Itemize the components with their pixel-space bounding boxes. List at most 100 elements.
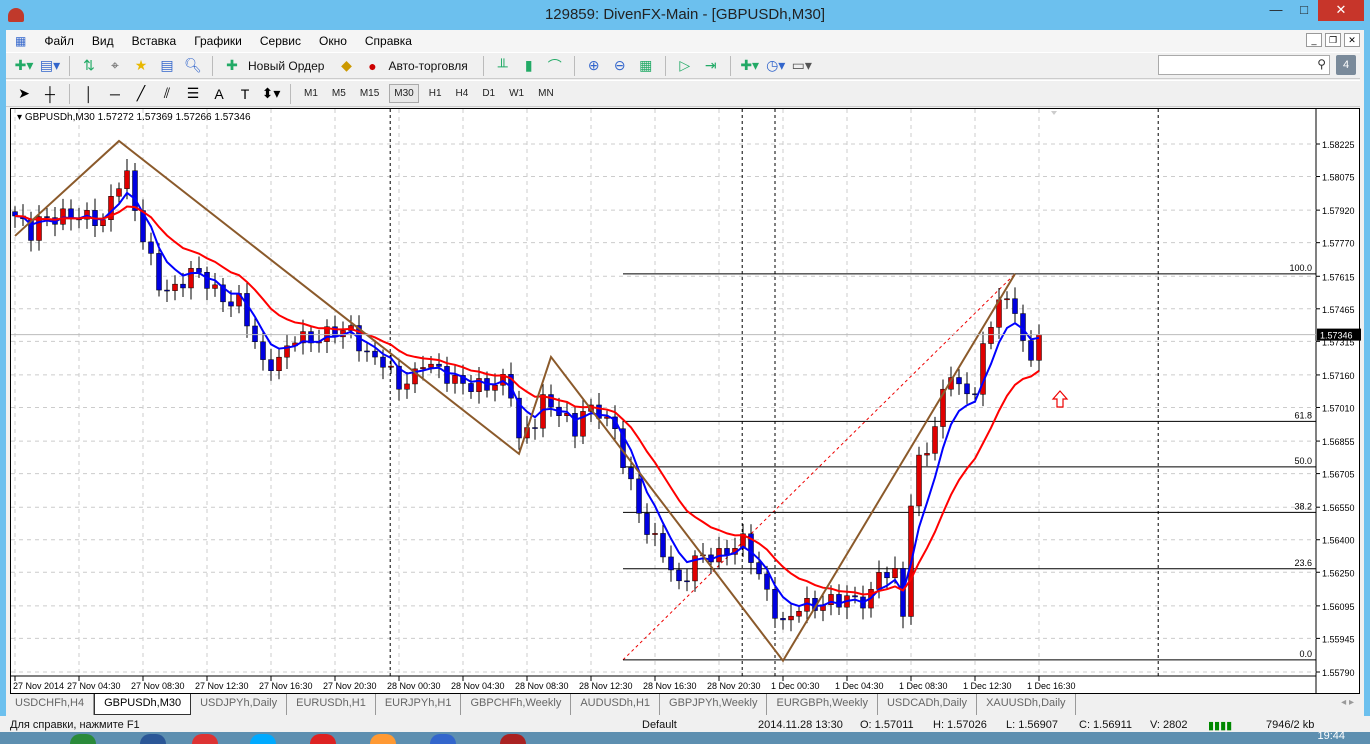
tile-windows-icon[interactable]: ▦ [636, 56, 656, 76]
templates-icon[interactable]: ▭▾ [792, 56, 812, 76]
menu-view[interactable]: Вид [83, 34, 123, 48]
close-button[interactable]: ✕ [1318, 0, 1364, 21]
taskbar-app-icon[interactable] [70, 734, 96, 744]
data-window-icon[interactable]: ⌖ [105, 56, 125, 76]
price-chart[interactable]: 1.58225 1.58075 1.57920 1.57770 1.57615 1.574… [10, 108, 1361, 695]
taskbar-skype-icon[interactable] [250, 734, 276, 744]
notifications-badge[interactable]: 4 [1336, 55, 1356, 75]
mdi-minimize-button[interactable]: _ [1306, 33, 1322, 47]
search-input[interactable]: ⚲ [1158, 55, 1330, 75]
auto-trading-button[interactable]: Авто-торговля [388, 59, 467, 73]
chart-tab[interactable]: AUDUSDh,H1 [571, 694, 661, 715]
timeframe-h4[interactable]: H4 [452, 85, 473, 102]
timeframe-h1[interactable]: H1 [425, 85, 446, 102]
chart-tab[interactable]: EURJPYh,H1 [376, 694, 462, 715]
new-order-icon[interactable]: ✚ [222, 56, 242, 76]
periods-icon[interactable]: ◷▾ [766, 56, 786, 76]
taskbar-chrome-icon[interactable] [192, 734, 218, 744]
chart-tab[interactable]: USDCHFh,H4 [6, 694, 95, 715]
fibonacci-icon[interactable]: ☰ [183, 84, 203, 104]
crosshair-icon[interactable]: ┼ [40, 84, 60, 104]
price-tick-label: 1.58075 [1322, 173, 1355, 183]
candle-body [548, 394, 554, 408]
auto-scroll-icon[interactable]: ▷ [675, 56, 695, 76]
horizontal-line-icon[interactable]: ─ [105, 84, 125, 104]
new-order-button[interactable]: Новый Ордер [248, 59, 324, 73]
candle-body [932, 426, 938, 454]
taskbar-mt4-icon[interactable] [500, 734, 526, 744]
candle-body [468, 383, 474, 392]
candle-body [436, 363, 442, 367]
terminal-icon[interactable]: ▤ [157, 56, 177, 76]
taskbar-app-icon[interactable] [140, 734, 166, 744]
maximize-button[interactable]: □ [1290, 0, 1318, 21]
connection-icon: ▮▮▮▮ [1208, 720, 1233, 732]
chart-tab[interactable]: GBPJPYh,Weekly [660, 694, 768, 715]
zoom-out-icon[interactable]: ⊖ [610, 56, 630, 76]
price-tick-label: 1.57920 [1322, 206, 1355, 216]
price-tick-label: 1.56250 [1322, 568, 1355, 578]
trendline-icon[interactable]: ╱ [131, 84, 151, 104]
search-icon: ⚲ [1317, 57, 1326, 71]
menu-tools[interactable]: Сервис [251, 34, 310, 48]
taskbar-app-icon[interactable] [370, 734, 396, 744]
mdi-restore-button[interactable]: ❐ [1325, 33, 1341, 47]
chart-tab[interactable]: USDJPYh,Daily [191, 694, 288, 715]
timeframe-m5[interactable]: M5 [328, 85, 350, 102]
timeframe-m30[interactable]: M30 [389, 84, 419, 103]
equidistant-channel-icon[interactable]: ⫽ [157, 84, 177, 104]
chart-tab[interactable]: EURGBPh,Weekly [767, 694, 878, 715]
taskbar-app-icon[interactable] [310, 734, 336, 744]
minimize-button[interactable]: — [1262, 0, 1290, 21]
menu-insert[interactable]: Вставка [123, 34, 186, 48]
indicators-icon[interactable]: ✚▾ [740, 56, 760, 76]
chart-tab[interactable]: GBPCHFh,Weekly [461, 694, 572, 715]
mdi-close-button[interactable]: ✕ [1344, 33, 1360, 47]
cursor-icon[interactable]: ➤ [14, 84, 34, 104]
chart-canvas[interactable]: 1.58225 1.58075 1.57920 1.57770 1.57615 1.574… [11, 109, 1361, 695]
traffic: 7946/2 kb [1266, 719, 1315, 731]
chart-tab[interactable]: XAUUSDh,Daily [977, 694, 1076, 715]
price-tick-label: 1.56550 [1322, 503, 1355, 513]
chart-shift-icon[interactable]: ⇥ [701, 56, 721, 76]
chart-legend: ▾ GBPUSDh,M30 1.57272 1.57369 1.57266 1.… [17, 112, 251, 123]
new-chart-icon[interactable]: ✚▾ [14, 56, 34, 76]
bar-chart-icon[interactable]: ╨ [493, 56, 513, 76]
text-icon[interactable]: A [209, 84, 229, 104]
chart-tab[interactable]: EURUSDh,H1 [287, 694, 376, 715]
tab-scroll-arrows[interactable]: ◂ ▸ [1341, 697, 1354, 708]
line-chart-icon[interactable]: ⌒ [545, 56, 565, 76]
time-tick-label: 27 Nov 08:30 [131, 681, 185, 691]
timeframe-m1[interactable]: M1 [300, 85, 322, 102]
zoom-in-icon[interactable]: ⊕ [584, 56, 604, 76]
profiles-icon[interactable]: ▤▾ [40, 56, 60, 76]
market-watch-icon[interactable]: ⇅ [79, 56, 99, 76]
timeframe-d1[interactable]: D1 [478, 85, 499, 102]
time-tick-label: 27 Nov 2014 [13, 681, 64, 691]
timeframe-w1[interactable]: W1 [505, 85, 528, 102]
chart-tab[interactable]: USDCADh,Daily [878, 694, 978, 715]
candlestick-chart-icon[interactable]: ▮ [519, 56, 539, 76]
window-border [0, 30, 6, 732]
timeframe-m15[interactable]: M15 [356, 85, 383, 102]
arrows-icon[interactable]: ⬍▾ [261, 84, 281, 104]
text-label-icon[interactable]: T [235, 84, 255, 104]
strategy-tester-icon[interactable]: 🔍︎ [183, 56, 203, 76]
auto-trading-icon[interactable]: ● [362, 56, 382, 76]
menu-file[interactable]: Файл [35, 34, 83, 48]
taskbar-firefox-icon[interactable] [430, 734, 456, 744]
chart-tab[interactable]: GBPUSDh,M30 [94, 694, 192, 715]
candle-body [44, 216, 50, 218]
menu-help[interactable]: Справка [356, 34, 421, 48]
current-price-label: 1.57346 [1320, 331, 1353, 341]
candle-body [268, 359, 274, 371]
timeframe-mn[interactable]: MN [534, 85, 558, 102]
fibonacci-level-label: 100.0 [1289, 263, 1312, 273]
navigator-icon[interactable]: ★ [131, 56, 151, 76]
menu-window[interactable]: Окно [310, 34, 356, 48]
metaeditor-icon[interactable]: ◆ [336, 56, 356, 76]
candle-body [100, 219, 106, 226]
vertical-line-icon[interactable]: │ [79, 84, 99, 104]
bar-close: C: 1.56911 [1079, 719, 1133, 731]
menu-charts[interactable]: Графики [185, 34, 251, 48]
